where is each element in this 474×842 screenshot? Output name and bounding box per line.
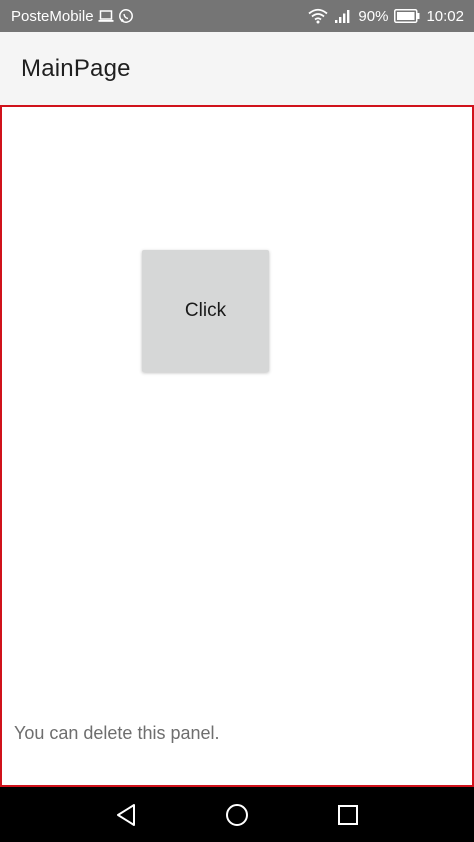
back-button[interactable] — [106, 795, 146, 835]
carrier-name: PosteMobile — [11, 7, 94, 25]
home-icon — [225, 803, 248, 826]
click-button[interactable]: Click — [142, 250, 269, 372]
clock-time: 10:02 — [426, 7, 464, 25]
app-bar: MainPage — [0, 32, 474, 105]
panel-note: You can delete this panel. — [14, 723, 220, 743]
recents-icon — [338, 804, 359, 825]
battery-percent: 90% — [358, 7, 389, 25]
status-bar: PosteMobile 90% 10:02 — [0, 0, 474, 32]
wifi-icon — [308, 8, 328, 24]
signal-icon — [334, 8, 352, 24]
status-right: 90% 10:02 — [308, 8, 464, 25]
recents-button[interactable] — [328, 795, 368, 835]
content-panel: Click You can delete this panel. — [0, 105, 474, 787]
back-icon — [116, 803, 135, 826]
whatsapp-icon — [118, 8, 134, 24]
navigation-bar — [0, 787, 474, 842]
status-left: PosteMobile — [11, 8, 134, 25]
battery-icon — [394, 9, 420, 23]
laptop-icon — [98, 9, 114, 23]
page-title: MainPage — [21, 54, 131, 82]
home-button[interactable] — [217, 795, 257, 835]
